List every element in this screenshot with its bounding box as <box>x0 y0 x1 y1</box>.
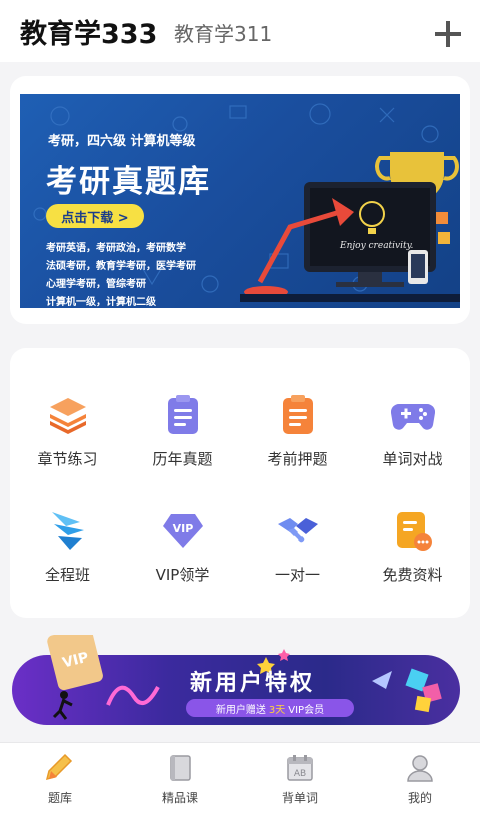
banner-desc-line: 法硕考研，教育学考研，医学考研 <box>46 261 196 272</box>
download-button[interactable]: 点击下载 > <box>46 204 144 228</box>
feature-label: 一对一 <box>274 566 320 584</box>
calendar-ab-icon: AB <box>287 755 313 781</box>
feature-past-exams[interactable]: 历年真题 <box>125 392 240 492</box>
feature-label: 章节练习 <box>37 450 98 468</box>
tab-other-subject[interactable]: 教育学311 <box>174 18 272 47</box>
screen-text: Enjoy creativity. <box>339 241 414 251</box>
exam-banner[interactable]: 考研，四六级 计算机等级 考研真题库 点击下载 > 考研英语，考研政治，考研数学… <box>20 94 460 308</box>
banner-desc-line: 计算机一级，计算机二级 <box>46 297 156 308</box>
feature-one-on-one[interactable]: 一对一 <box>240 508 355 608</box>
layers-icon <box>49 398 86 434</box>
document-more-icon <box>396 512 432 551</box>
feature-grid: 章节练习 历年真题 考前押题 单词对战 全程班 VIP VIP领学 一对一 免费… <box>10 348 470 618</box>
top-header: 教育学333 教育学311 <box>0 0 480 62</box>
bottom-nav-bar: 题库 精品课 AB 背单词 我的 <box>0 742 480 818</box>
book-icon <box>170 755 191 781</box>
feature-label: 单词对战 <box>382 450 443 468</box>
feature-label: 免费资料 <box>382 566 443 584</box>
nav-label: 精品课 <box>161 791 198 805</box>
new-user-promo-banner[interactable]: VIP 新用户特权 新用户赠送 3天 VIP会员 <box>12 635 460 725</box>
gamepad-icon <box>390 403 435 430</box>
feature-label: 历年真题 <box>152 450 213 468</box>
desk-illustration: Enjoy creativity. <box>240 152 460 302</box>
plus-icon[interactable] <box>434 20 462 48</box>
banner-title: 考研真题库 <box>46 164 211 200</box>
handshake-icon <box>277 518 318 543</box>
banner-desc-line: 心理学考研，管综考研 <box>46 279 146 290</box>
banner-tagline: 考研，四六级 计算机等级 <box>48 134 196 149</box>
svg-text:VIP: VIP <box>172 522 193 535</box>
clipboard-list-icon <box>167 395 198 434</box>
feature-label: 考前押题 <box>267 450 328 468</box>
feature-predicted-questions[interactable]: 考前押题 <box>240 392 355 492</box>
feature-label: VIP领学 <box>155 566 210 584</box>
feature-label: 全程班 <box>44 566 90 584</box>
promo-subtitle-pill: 新用户赠送 3天 VIP会员 <box>186 699 354 717</box>
promo-pill-highlight: 3天 <box>268 704 286 716</box>
banner-description: 考研英语，考研政治，考研数学 法硕考研，教育学考研，医学考研 心理学考研，管综考… <box>46 240 246 308</box>
nav-item-vocabulary[interactable]: AB 背单词 <box>240 753 360 813</box>
feature-full-course[interactable]: 全程班 <box>10 508 125 608</box>
feature-vip-study[interactable]: VIP VIP领学 <box>125 508 240 608</box>
feature-chapter-practice[interactable]: 章节练习 <box>10 392 125 492</box>
nav-item-question-bank[interactable]: 题库 <box>0 753 120 813</box>
promo-title: 新用户特权 <box>190 671 316 696</box>
banner-desc-line: 考研英语，考研政治，考研数学 <box>46 243 186 254</box>
svg-text:AB: AB <box>294 769 306 779</box>
promo-pill-suffix: VIP会员 <box>288 704 325 716</box>
user-icon <box>407 755 433 782</box>
nav-label: 背单词 <box>281 791 318 805</box>
wing-icon <box>51 512 84 550</box>
clipboard-check-icon <box>282 395 313 434</box>
nav-label: 题库 <box>47 791 72 805</box>
promo-pill-prefix: 新用户赠送 <box>215 704 266 716</box>
nav-item-courses[interactable]: 精品课 <box>120 753 240 813</box>
nav-item-profile[interactable]: 我的 <box>360 753 480 813</box>
pencil-icon <box>45 753 73 781</box>
tab-active-subject[interactable]: 教育学333 <box>20 12 157 51</box>
feature-free-materials[interactable]: 免费资料 <box>355 508 470 608</box>
banner-card: 考研，四六级 计算机等级 考研真题库 点击下载 > 考研英语，考研政治，考研数学… <box>10 76 470 324</box>
nav-label: 我的 <box>407 791 432 805</box>
vip-gem-icon: VIP <box>162 514 203 548</box>
feature-word-battle[interactable]: 单词对战 <box>355 392 470 492</box>
